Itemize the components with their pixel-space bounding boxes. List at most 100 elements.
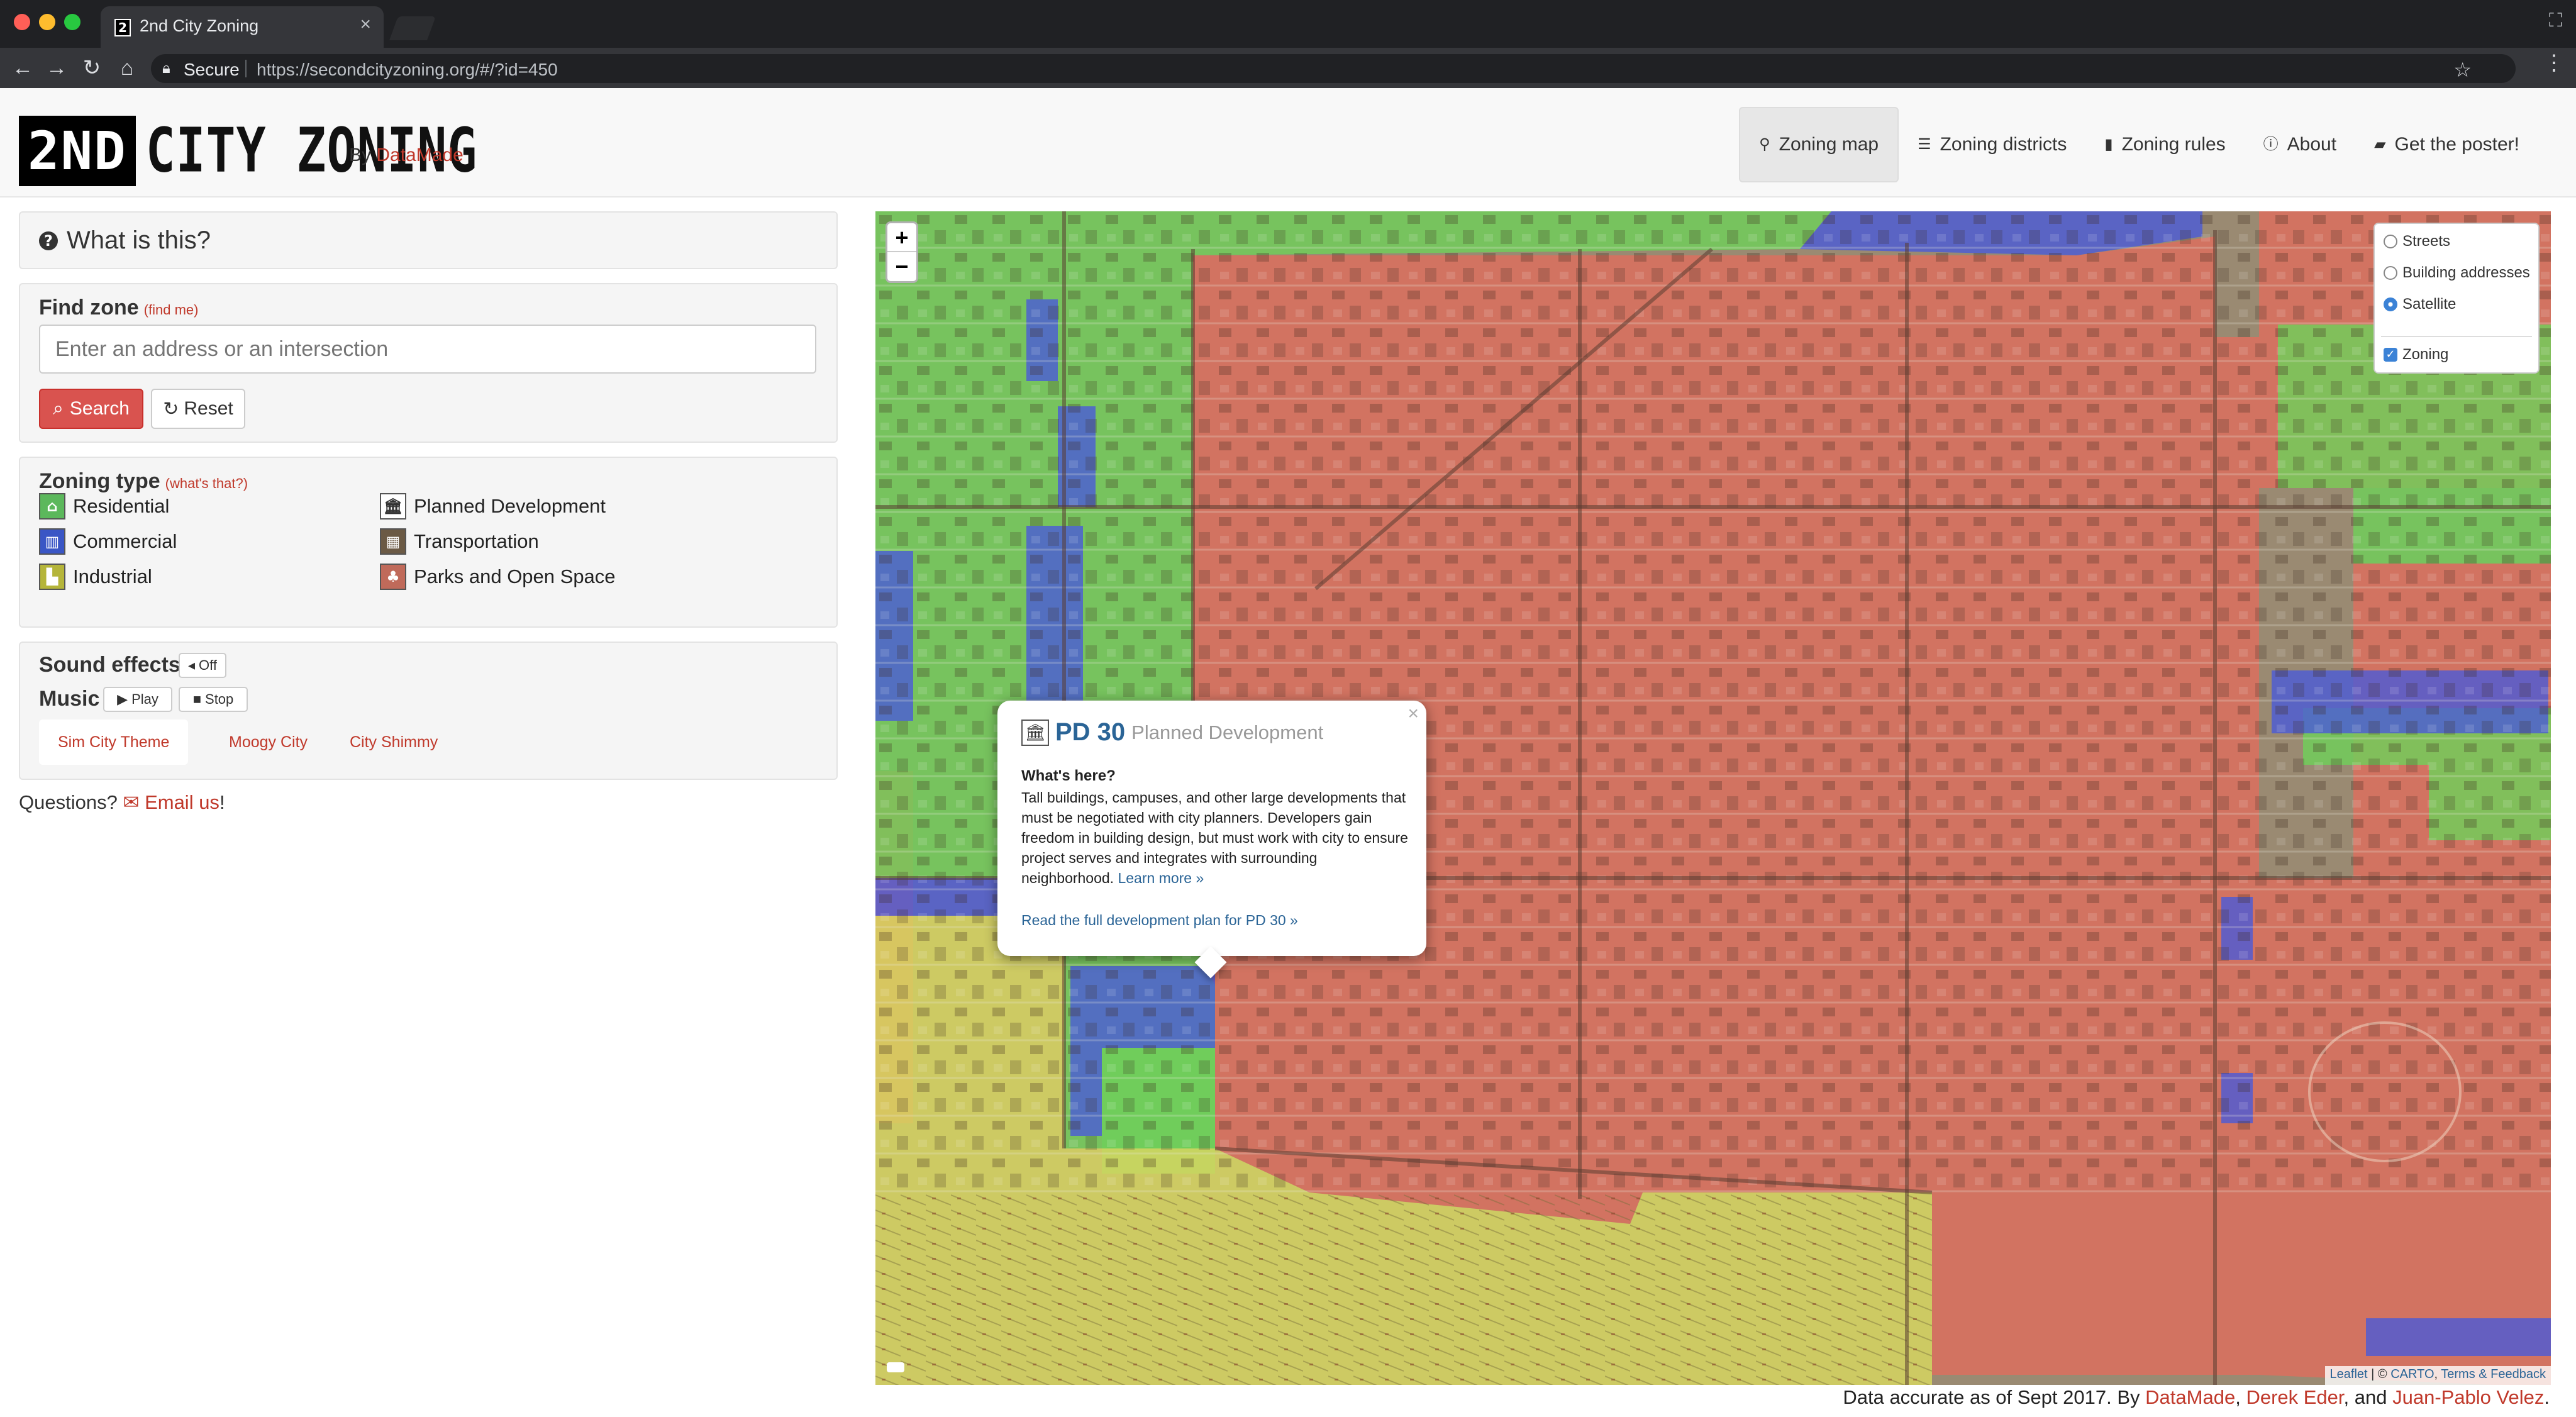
parks-icon: ♣ <box>380 564 406 590</box>
layer-building-addresses[interactable]: Building addresses <box>2384 264 2530 282</box>
map-marker-icon: ⚲ <box>1759 136 1770 153</box>
nav-label: About <box>2287 134 2337 155</box>
url-divider <box>245 60 247 77</box>
browser-tab-strip: 2 2nd City Zoning × ⛶ <box>0 0 2576 48</box>
satellite-radio[interactable] <box>2384 297 2397 311</box>
datamade-link[interactable]: DataMade <box>376 145 463 165</box>
layer-label: Streets <box>2402 233 2451 250</box>
zone-parks: ♣ Parks and Open Space <box>380 564 616 590</box>
industrial-icon: ▙ <box>39 564 65 590</box>
nav-zoning-rules[interactable]: ▮ Zoning rules <box>2085 107 2244 182</box>
development-plan-link[interactable]: Read the full development plan for PD 30… <box>1021 912 1298 929</box>
attribution-comma: , <box>2434 1367 2441 1381</box>
carto-link[interactable]: CARTO <box>2390 1367 2434 1381</box>
questions-label: Questions? <box>19 791 118 813</box>
back-icon[interactable]: ← <box>9 54 36 82</box>
by-line: By DataMade <box>349 145 464 166</box>
footer-derek-eder-link[interactable]: Derek Eder <box>2246 1386 2343 1408</box>
address-bar[interactable]: 🔒︎ Secure https://secondcityzoning.org/#… <box>151 54 2516 83</box>
address-input[interactable] <box>39 325 816 374</box>
close-window-button[interactable] <box>14 14 30 30</box>
forward-icon[interactable]: → <box>43 54 70 82</box>
find-zone-panel: Find zone (find me) ⌕ Search ↻ Reset <box>19 283 838 443</box>
browser-toolbar: ← → ↻ ⌂ 🔒︎ Secure https://secondcityzoni… <box>0 48 2576 88</box>
footer-sep: , <box>2235 1386 2241 1408</box>
commercial-icon: ▥ <box>39 528 65 555</box>
footer-datamade-link[interactable]: DataMade <box>2145 1386 2235 1408</box>
residential-icon: ⌂ <box>39 493 65 520</box>
theme-city-shimmy[interactable]: City Shimmy <box>331 720 457 765</box>
leaflet-link[interactable]: Leaflet <box>2330 1367 2368 1381</box>
zoom-out-button[interactable]: − <box>887 252 916 281</box>
incognito-icon: ⛶ <box>2549 10 2562 31</box>
star-icon[interactable]: ☆ <box>2453 58 2472 82</box>
zoom-in-button[interactable]: + <box>887 223 916 252</box>
description-text: Tall buildings, campuses, and other larg… <box>1021 789 1408 886</box>
tab-close-icon[interactable]: × <box>360 14 371 35</box>
building-addresses-radio[interactable] <box>2384 266 2397 280</box>
learn-more-link[interactable]: Learn more » <box>1118 870 1204 886</box>
what-title: What is this? <box>67 226 211 254</box>
footer-sep: , and <box>2343 1386 2387 1408</box>
main-nav: ⚲ Zoning map ☰ Zoning districts ▮ Zoning… <box>1739 107 2538 182</box>
speaker-icon: ◂ <box>188 657 196 673</box>
layer-zoning[interactable]: ✓ Zoning <box>2384 346 2448 364</box>
layer-divider <box>2381 336 2532 337</box>
streets-radio[interactable] <box>2384 235 2397 248</box>
theme-moogy-city[interactable]: Moogy City <box>210 720 326 765</box>
zoning-map[interactable]: + − Streets Building addresses Satellite… <box>875 211 2551 1385</box>
logo-box: 2ND <box>19 116 136 186</box>
layer-satellite[interactable]: Satellite <box>2384 296 2456 313</box>
question-icon: ? <box>39 231 58 250</box>
what-is-this-panel[interactable]: ? What is this? <box>19 211 838 269</box>
stop-icon: ■ <box>192 691 202 707</box>
theme-sim-city[interactable]: Sim City Theme <box>39 720 189 765</box>
nav-label: Zoning rules <box>2121 134 2226 155</box>
music-title: Music <box>39 687 100 711</box>
tab-title: 2nd City Zoning <box>140 16 259 35</box>
sound-off-button[interactable]: ◂ Off <box>179 653 226 678</box>
reset-button[interactable]: ↻ Reset <box>151 389 245 429</box>
secure-label: Secure <box>184 60 240 79</box>
search-button[interactable]: ⌕ Search <box>39 389 143 429</box>
questions-line: Questions? ✉ Email us! <box>19 791 225 814</box>
new-tab-button[interactable] <box>389 16 436 40</box>
zone-label: Planned Development <box>414 495 606 517</box>
nav-about[interactable]: ⓘ About <box>2245 107 2355 182</box>
stop-label: Stop <box>205 691 234 707</box>
footer-juan-pablo-link[interactable]: Juan-Pablo Velez <box>2392 1386 2544 1408</box>
whats-that-link[interactable]: (what's that?) <box>165 475 248 491</box>
zone-label: Industrial <box>73 565 152 587</box>
envelope-icon: ✉ <box>123 791 140 813</box>
email-us-link[interactable]: Email us <box>145 791 219 813</box>
nav-get-poster[interactable]: ▰ Get the poster! <box>2355 107 2538 182</box>
browser-tab[interactable]: 2 2nd City Zoning × <box>101 6 384 48</box>
popup-description: Tall buildings, campuses, and other larg… <box>1021 787 1411 888</box>
layer-label: Building addresses <box>2402 264 2530 281</box>
terms-link[interactable]: Terms & Feedback <box>2441 1367 2546 1381</box>
district-type: Planned Development <box>1131 721 1324 743</box>
nav-zoning-districts[interactable]: ☰ Zoning districts <box>1899 107 2085 182</box>
layer-streets[interactable]: Streets <box>2384 233 2450 250</box>
minimize-window-button[interactable] <box>39 14 55 30</box>
menu-icon[interactable]: ⋮ <box>2543 50 2565 75</box>
layer-label: Zoning <box>2402 346 2449 363</box>
maximize-window-button[interactable] <box>64 14 80 30</box>
home-icon[interactable]: ⌂ <box>113 54 141 82</box>
nav-label: Get the poster! <box>2394 134 2519 155</box>
zone-label: Commercial <box>73 530 177 552</box>
reload-icon[interactable]: ↻ <box>78 54 106 82</box>
footer-credits: Data accurate as of Sept 2017. By DataMa… <box>1843 1386 2550 1409</box>
zoning-checkbox[interactable]: ✓ <box>2384 348 2397 362</box>
url-text[interactable]: https://secondcityzoning.org/#/?id=450 <box>257 60 558 80</box>
find-me-link[interactable]: (find me) <box>144 302 199 318</box>
exclaim: ! <box>219 791 225 813</box>
popup-close-icon[interactable]: × <box>1407 703 1419 725</box>
layer-control: Streets Building addresses Satellite ✓ Z… <box>2373 223 2540 374</box>
play-button[interactable]: ▶ Play <box>103 687 172 712</box>
zone-residential: ⌂ Residential <box>39 493 169 520</box>
nav-zoning-map[interactable]: ⚲ Zoning map <box>1739 107 1899 182</box>
zone-label: Residential <box>73 495 170 517</box>
stop-button[interactable]: ■ Stop <box>179 687 248 712</box>
district-name: PD 30 <box>1055 718 1126 746</box>
